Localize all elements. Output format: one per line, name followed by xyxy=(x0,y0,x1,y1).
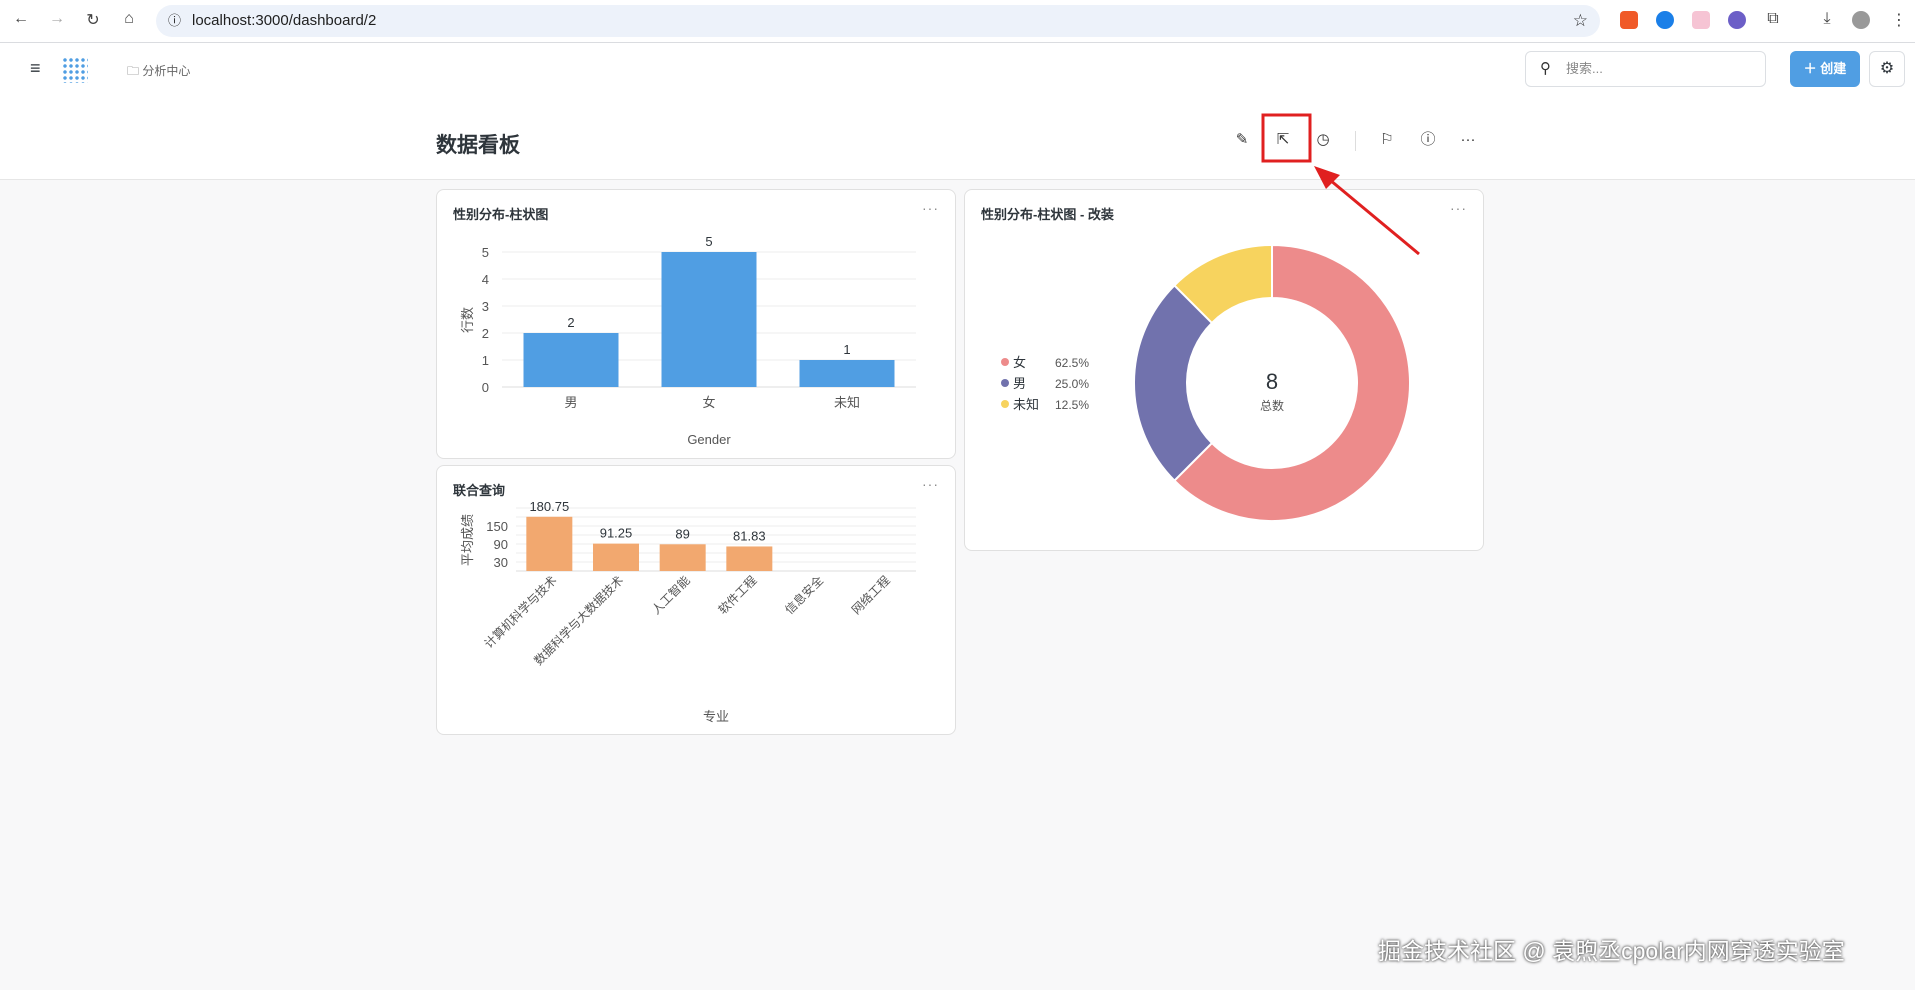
legend-dot xyxy=(1001,400,1009,408)
data-label: 89 xyxy=(675,526,689,541)
x-tick-label: 人工智能 xyxy=(648,573,693,618)
legend-label: 女 xyxy=(1013,355,1026,370)
x-tick-label: 男 xyxy=(564,395,577,410)
y-tick-label: 5 xyxy=(482,245,489,260)
y-tick-label: 2 xyxy=(482,326,489,341)
legend-percent: 12.5% xyxy=(1055,398,1089,412)
y-tick-label: 3 xyxy=(482,299,489,314)
legend-percent: 62.5% xyxy=(1055,356,1089,370)
y-tick-label: 4 xyxy=(482,272,489,287)
y-tick-label: 30 xyxy=(494,555,508,570)
x-axis-title: 专业 xyxy=(703,709,729,724)
data-label: 180.75 xyxy=(529,499,569,514)
legend-dot xyxy=(1001,358,1009,366)
watermark: 掘金技术社区 @ 袁煦丞cpolar内网穿透实验室 xyxy=(1378,938,1845,964)
y-tick-label: 150 xyxy=(486,519,508,534)
bar xyxy=(659,544,706,571)
bar xyxy=(523,333,619,387)
bar xyxy=(593,543,639,571)
donut-total-label: 总数 xyxy=(1260,398,1284,413)
x-tick-label: 软件工程 xyxy=(715,573,760,618)
data-label: 81.83 xyxy=(733,528,766,543)
bar xyxy=(526,516,573,571)
bar xyxy=(799,360,895,387)
bar xyxy=(661,252,757,387)
y-tick-label: 1 xyxy=(482,353,489,368)
x-tick-label: 未知 xyxy=(834,395,860,410)
x-tick-label: 计算机科学与技术 xyxy=(481,573,559,651)
highlight-box xyxy=(1261,113,1312,163)
donut-slice xyxy=(1133,284,1214,482)
data-label: 1 xyxy=(843,342,850,357)
y-axis-title: 行数 xyxy=(460,307,475,333)
x-axis-title: Gender xyxy=(687,432,731,447)
x-tick-label: 网络工程 xyxy=(848,573,893,618)
charts-layer: 0 1 2 3 4 5 2 男 5 女 1 未知 Gender 行数 30 90 150 180.75 计算机科学与… xyxy=(460,113,1420,724)
data-label: 5 xyxy=(705,234,712,249)
legend-dot xyxy=(1001,379,1009,387)
x-tick-label: 信息安全 xyxy=(782,573,827,618)
data-label: 2 xyxy=(567,315,574,330)
x-tick-label: 女 xyxy=(702,395,715,410)
bar xyxy=(726,546,773,571)
donut-total: 8 xyxy=(1266,369,1278,394)
data-label: 91.25 xyxy=(600,526,633,541)
y-tick-label: 0 xyxy=(482,380,489,395)
y-tick-label: 90 xyxy=(494,537,508,552)
legend-label: 未知 xyxy=(1013,397,1039,412)
legend-label: 男 xyxy=(1013,376,1026,391)
annotation-arrow xyxy=(1329,178,1420,256)
y-axis-title: 平均成绩 xyxy=(460,514,475,566)
legend-percent: 25.0% xyxy=(1055,377,1089,391)
